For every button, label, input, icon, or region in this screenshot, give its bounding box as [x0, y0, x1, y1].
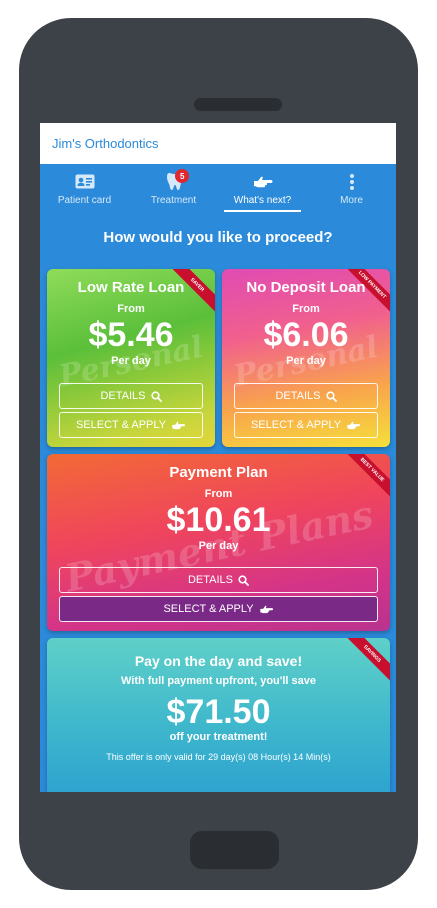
card-title: No Deposit Loan — [246, 279, 366, 296]
price: $6.06 — [263, 316, 349, 354]
savings-subtitle: With full payment upfront, you'll save — [120, 675, 317, 687]
pointing-hand-icon — [253, 172, 273, 192]
tab-patient-card[interactable]: Patient card — [40, 164, 129, 213]
select-apply-button[interactable]: SELECT & APPLY — [59, 412, 203, 438]
page-heading: How would you like to proceed? — [103, 229, 333, 246]
from-label: From — [117, 303, 145, 315]
per-day-label: Per day — [111, 355, 151, 367]
per-day-label: Per day — [286, 355, 326, 367]
card-title: Pay on the day and save! — [134, 653, 303, 669]
pointing-hand-icon — [172, 421, 186, 429]
from-label: From — [204, 488, 233, 500]
pointing-hand-icon — [347, 421, 361, 429]
search-icon — [238, 574, 249, 586]
details-button[interactable]: DETAILS — [234, 383, 378, 409]
savings-suffix: off your treatment! — [169, 731, 268, 743]
pointing-hand-icon — [259, 605, 273, 613]
search-icon — [325, 390, 337, 402]
tab-label: Treatment — [150, 194, 197, 206]
tab-label: What's next? — [233, 194, 292, 206]
vertical-dots-icon — [349, 172, 355, 192]
tab-more[interactable]: More — [307, 164, 396, 213]
phone-home-button — [190, 831, 279, 869]
payment-plan-card: Payment Plans BEST VALUE Payment Plan Fr… — [47, 454, 390, 631]
details-button[interactable]: DETAILS — [59, 383, 203, 409]
no-deposit-loan-card: Personal LOW PAYMENT No Deposit Loan Fro… — [222, 269, 390, 447]
tab-label: Patient card — [57, 194, 112, 206]
top-bar: Jim's Orthodontics — [40, 123, 396, 164]
pay-on-day-card: SAVINGS Pay on the day and save! With fu… — [47, 638, 390, 792]
phone-speaker — [194, 98, 282, 111]
savings-amount: $71.50 — [166, 693, 271, 731]
id-card-icon — [75, 172, 95, 192]
from-label: From — [292, 303, 320, 315]
tab-treatment[interactable]: 5 Treatment — [129, 164, 218, 213]
card-title: Low Rate Loan — [77, 279, 185, 296]
tab-bar: Patient card 5 Treatment What's next? Mo… — [40, 164, 396, 213]
low-rate-loan-card: Personal SAVER Low Rate Loan From $5.46 … — [47, 269, 215, 447]
tab-label: More — [340, 194, 363, 206]
app-screen: Jim's Orthodontics Patient card 5 Treatm… — [40, 123, 396, 792]
tab-whats-next[interactable]: What's next? — [218, 164, 307, 213]
card-title: Payment Plan — [169, 464, 268, 481]
select-apply-button[interactable]: SELECT & APPLY — [234, 412, 378, 438]
treatment-badge: 5 — [175, 169, 190, 183]
search-icon — [150, 390, 162, 402]
price: $10.61 — [166, 501, 271, 539]
details-button[interactable]: DETAILS — [59, 567, 378, 593]
offer-countdown: This offer is only valid for 29 day(s) 0… — [106, 752, 331, 762]
practice-name[interactable]: Jim's Orthodontics — [52, 136, 159, 151]
price: $5.46 — [88, 316, 174, 354]
per-day-label: Per day — [198, 540, 239, 552]
select-apply-button[interactable]: SELECT & APPLY — [59, 596, 378, 622]
